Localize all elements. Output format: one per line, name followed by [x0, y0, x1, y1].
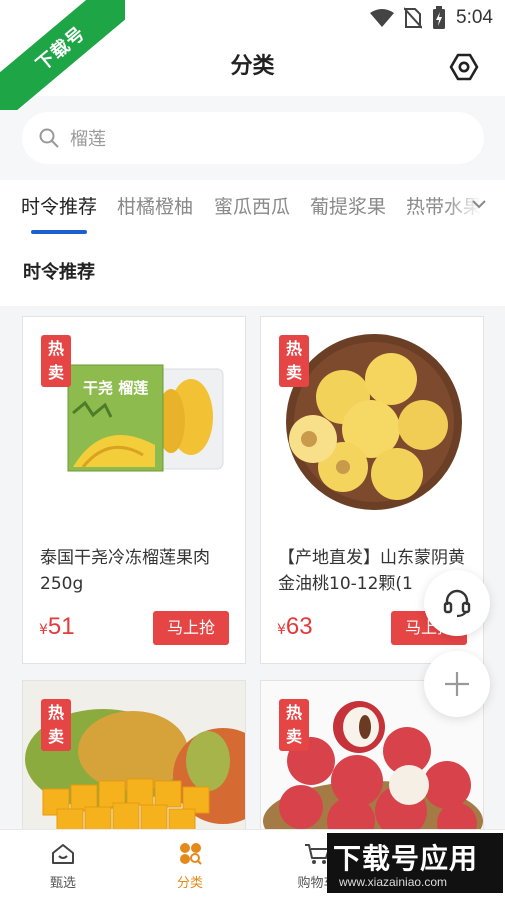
tab-berries[interactable]: 葡提浆果 — [310, 192, 386, 219]
add-button[interactable] — [424, 651, 490, 717]
site-watermark: 下载号应用 www.xiazainiao.com — [327, 833, 503, 893]
nav-item-category[interactable]: 分类 — [150, 842, 230, 891]
wifi-icon — [370, 9, 395, 27]
hot-badge: 热卖 — [279, 699, 309, 751]
customer-service-button[interactable] — [424, 570, 490, 636]
search-input[interactable]: 榴莲 — [22, 112, 484, 164]
watermark-url: www.xiazainiao.com — [339, 875, 448, 889]
clock: 5:04 — [456, 7, 493, 28]
section-title: 时令推荐 — [23, 262, 95, 283]
watermark-title: 下载号应用 — [333, 842, 479, 875]
category-tabs: 时令推荐 柑橘橙柚 蜜瓜西瓜 葡提浆果 热带水果 — [0, 180, 505, 240]
price-value: 51 — [47, 613, 75, 640]
tab-citrus[interactable]: 柑橘橙柚 — [117, 192, 193, 219]
hot-badge: 热卖 — [279, 335, 309, 387]
hot-badge: 热卖 — [41, 699, 71, 751]
nav-label: 分类 — [176, 876, 203, 891]
product-card[interactable]: 热卖 — [22, 680, 246, 840]
tab-seasonal[interactable]: 时令推荐 — [21, 192, 97, 219]
currency-symbol: ¥ — [39, 622, 48, 638]
nav-label: 甄选 — [49, 876, 76, 891]
corner-ribbon: 下载号 — [0, 0, 125, 110]
nav-item-home[interactable]: 甄选 — [23, 842, 103, 891]
tab-melons[interactable]: 蜜瓜西瓜 — [214, 192, 290, 219]
buy-now-button[interactable]: 马上抢 — [153, 611, 229, 645]
tab-indicator — [31, 230, 87, 234]
home-icon — [52, 844, 74, 864]
price-value: 63 — [285, 613, 313, 640]
ribbon-text: 下载号 — [32, 22, 90, 76]
section-header: 时令推荐 — [0, 240, 505, 306]
plus-icon — [445, 672, 469, 696]
no-sim-icon — [404, 7, 423, 29]
category-grid-icon — [180, 843, 202, 865]
product-price: ¥63 — [277, 613, 313, 641]
search-icon — [39, 128, 59, 148]
search-placeholder: 榴莲 — [70, 129, 106, 150]
status-icons: 5:04 — [370, 6, 493, 30]
settings-button[interactable] — [449, 52, 479, 82]
package-text: 干尧 榴莲 — [83, 379, 148, 397]
battery-charging-icon — [433, 6, 446, 29]
product-card[interactable]: 干尧 榴莲 热卖 泰国干尧冷冻榴莲果肉250g ¥51 马上抢 — [22, 316, 246, 664]
product-price: ¥51 — [39, 613, 75, 641]
hot-badge: 热卖 — [41, 335, 71, 387]
currency-symbol: ¥ — [277, 622, 286, 638]
headset-icon — [443, 589, 471, 618]
hexagon-settings-icon — [449, 53, 479, 81]
product-name: 泰国干尧冷冻榴莲果肉250g — [40, 548, 210, 594]
tabs-fade — [445, 180, 505, 240]
chevron-down-icon[interactable] — [471, 198, 487, 210]
